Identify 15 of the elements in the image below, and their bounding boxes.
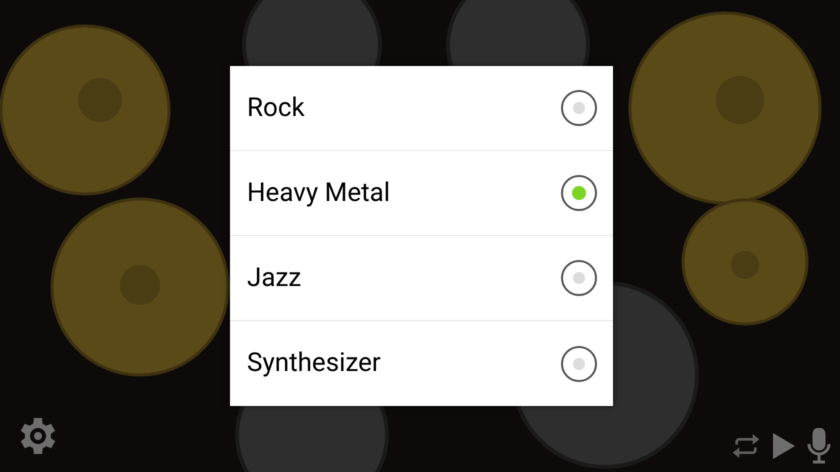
radio-button[interactable] (561, 346, 597, 382)
option-label: Heavy Metal (247, 176, 390, 210)
option-row[interactable]: Jazz (230, 236, 613, 321)
repeat-icon[interactable] (730, 432, 762, 460)
play-icon[interactable] (772, 432, 796, 460)
option-row[interactable]: Synthesizer (230, 321, 613, 406)
microphone-icon[interactable] (806, 428, 832, 464)
radio-button[interactable] (561, 175, 597, 211)
radio-button[interactable] (561, 90, 597, 126)
option-label: Synthesizer (247, 347, 381, 380)
option-label: Jazz (247, 262, 302, 294)
option-row[interactable]: Rock (230, 66, 613, 151)
option-row[interactable]: Heavy Metal (230, 151, 613, 236)
radio-button[interactable] (561, 260, 597, 296)
option-label: Rock (247, 92, 305, 124)
